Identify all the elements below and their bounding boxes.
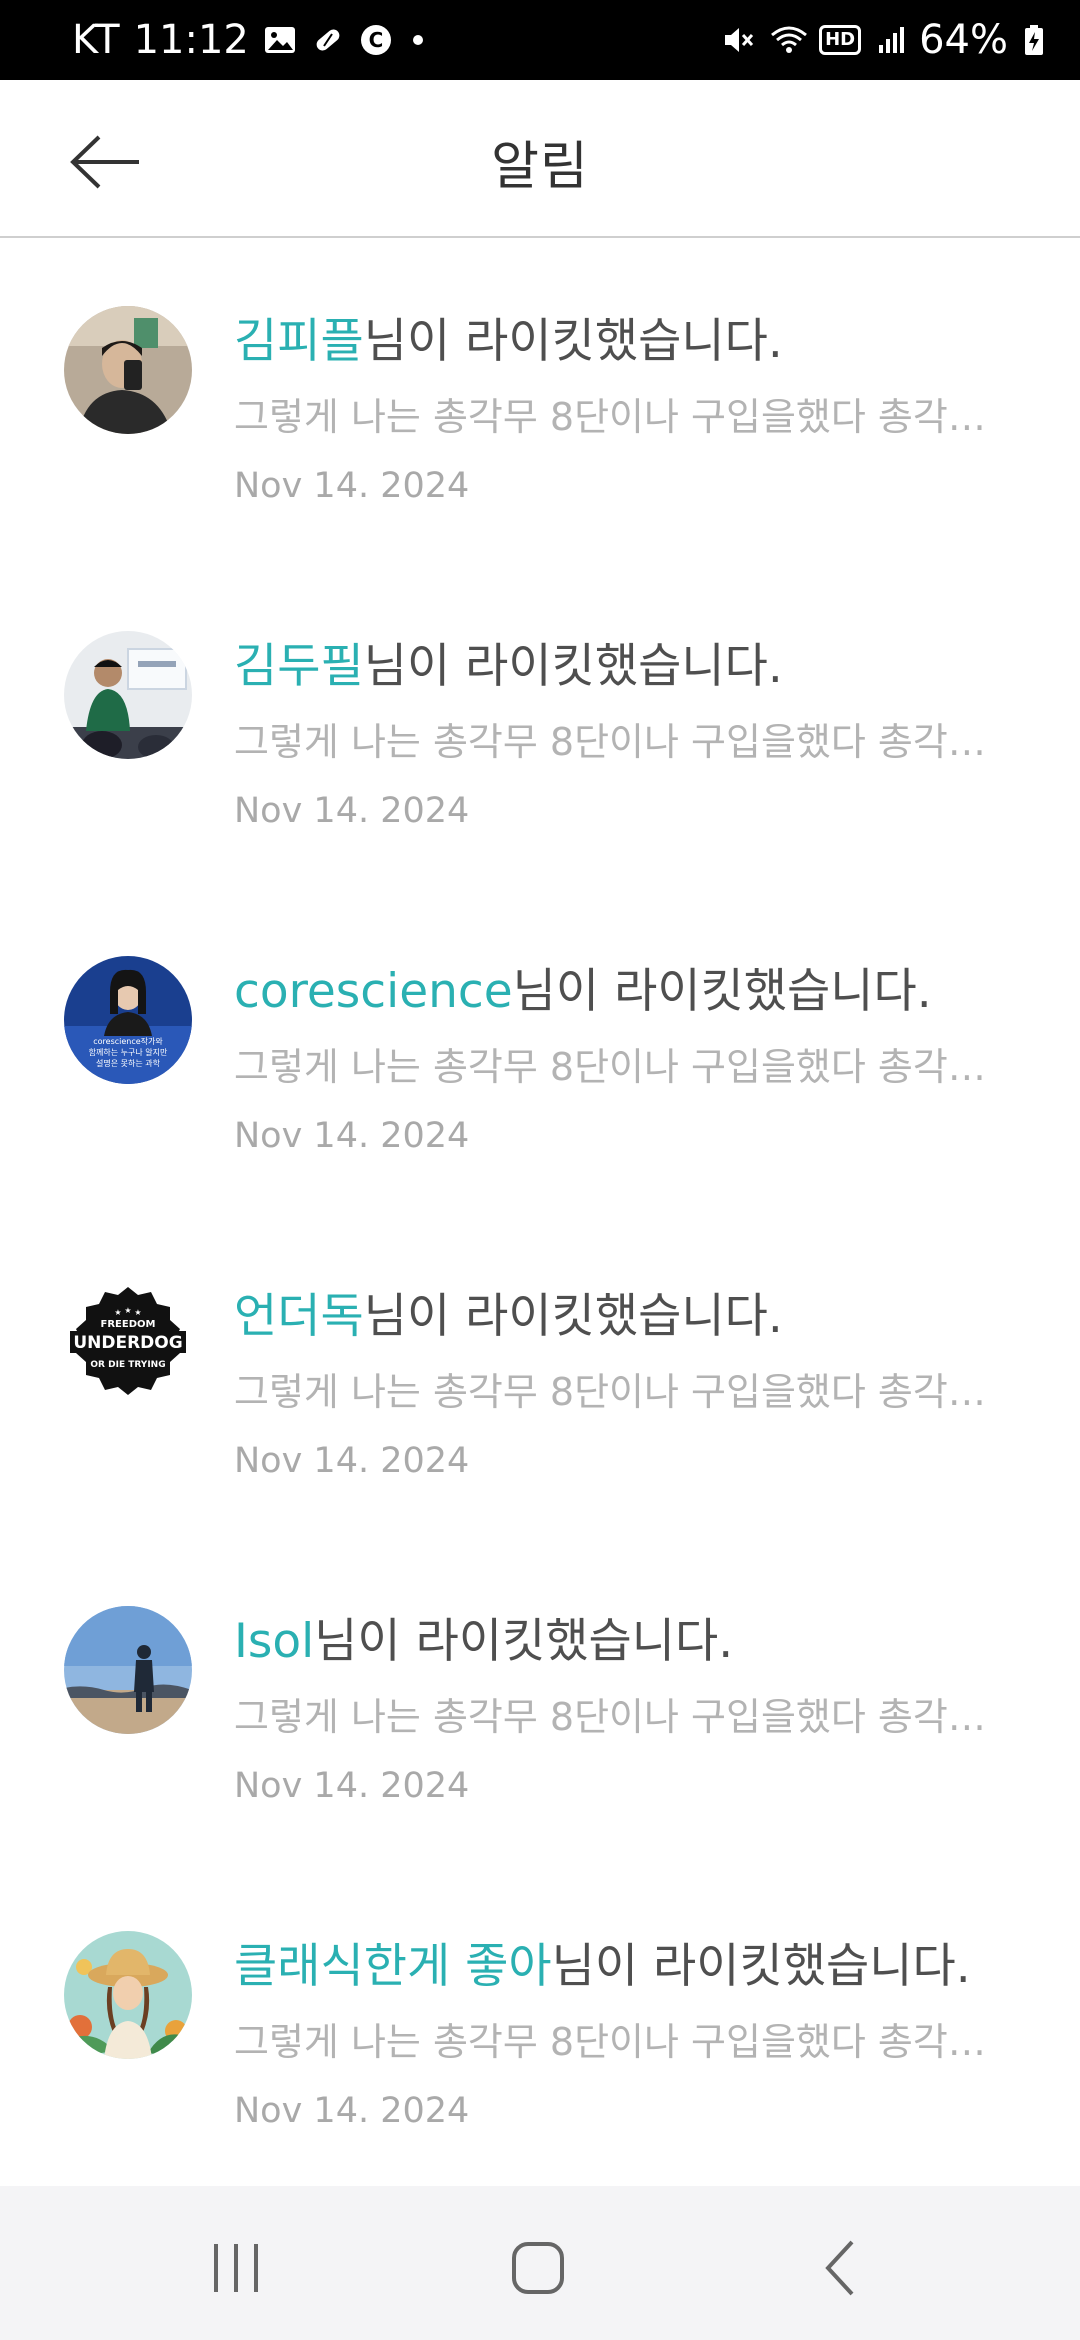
avatar[interactable]: [64, 306, 192, 434]
avatar-caption-line: 설명은 못하는 과학: [96, 1058, 161, 1068]
page-title: 알림: [491, 137, 589, 197]
wifi-icon: [769, 23, 809, 57]
hd-voice-icon: HD: [819, 25, 862, 55]
user-name[interactable]: corescience: [234, 964, 513, 1019]
mute-icon: [721, 23, 755, 57]
notification-title: Isol님이 라이킷했습니다.: [234, 1602, 733, 1671]
notification-date: Nov 14. 2024: [234, 1441, 470, 1481]
status-bar: KT 11:12 C HD 64%: [0, 0, 1080, 80]
notification-dot-icon: [412, 35, 423, 45]
notification-date: Nov 14. 2024: [234, 1116, 470, 1156]
notification-date: Nov 14. 2024: [234, 2091, 470, 2131]
recents-button[interactable]: [176, 2228, 296, 2308]
badge-text-top: FREEDOM: [101, 1319, 156, 1330]
battery-percent: 64%: [919, 17, 1008, 63]
avatar[interactable]: ★ ★ ★ FREEDOM UNDERDOG OR DIE TRYING: [64, 1281, 192, 1409]
notification-item[interactable]: corescience작가와 함께하는 누구나 알지만 설명은 못하는 과학 c…: [0, 888, 1080, 1213]
svg-text:★: ★: [114, 1308, 121, 1317]
notification-item[interactable]: 김두필님이 라이킷했습니다. 그렇게 나는 총각무 8단이나 구입을했다 총각무…: [0, 563, 1080, 888]
notification-preview: 그렇게 나는 총각무 8단이나 구입을했다 총각무김치 담그기: [234, 2020, 1014, 2064]
status-bar-left: KT 11:12 C: [72, 17, 423, 63]
signal-icon: [875, 25, 909, 55]
avatar[interactable]: [64, 1606, 192, 1734]
badge-text-main: UNDERDOG: [73, 1333, 182, 1353]
notification-date: Nov 14. 2024: [234, 791, 470, 831]
notification-action: 님이 라이킷했습니다.: [363, 639, 783, 694]
notification-preview: 그렇게 나는 총각무 8단이나 구입을했다 총각무김치 담그기: [234, 1370, 1014, 1414]
clock: 11:12: [133, 17, 249, 63]
svg-text:C: C: [369, 28, 384, 52]
notification-preview: 그렇게 나는 총각무 8단이나 구입을했다 총각무김치 담그기: [234, 1045, 1014, 1089]
app-header: 알림: [0, 80, 1080, 238]
battery-charging-icon: [1022, 23, 1046, 57]
notification-item[interactable]: 김피플님이 라이킷했습니다. 그렇게 나는 총각무 8단이나 구입을했다 총각무…: [0, 238, 1080, 563]
user-name[interactable]: 언더독: [234, 1289, 364, 1344]
badge-text-bottom: OR DIE TRYING: [90, 1360, 165, 1370]
svg-text:★: ★: [124, 1306, 131, 1315]
user-name[interactable]: 김피플: [234, 314, 364, 369]
recents-icon: [214, 2244, 258, 2292]
notification-list: 김피플님이 라이킷했습니다. 그렇게 나는 총각무 8단이나 구입을했다 총각무…: [0, 238, 1080, 2188]
carrier-label: KT: [72, 17, 120, 63]
notification-action: 님이 라이킷했습니다.: [314, 1614, 734, 1669]
user-name[interactable]: Isol: [234, 1614, 314, 1669]
status-bar-right: HD 64%: [707, 17, 1046, 63]
avatar[interactable]: corescience작가와 함께하는 누구나 알지만 설명은 못하는 과학: [64, 956, 192, 1084]
avatar[interactable]: [64, 631, 192, 759]
chevron-left-icon: [825, 2240, 854, 2296]
home-button[interactable]: [478, 2228, 598, 2308]
system-nav-bar: [0, 2186, 1080, 2340]
notification-preview: 그렇게 나는 총각무 8단이나 구입을했다 총각무김치 담그기: [234, 395, 1014, 439]
notification-date: Nov 14. 2024: [234, 1766, 470, 1806]
notification-title: 언더독님이 라이킷했습니다.: [234, 1277, 783, 1346]
c-badge-icon: C: [359, 23, 393, 57]
avatar[interactable]: [64, 1931, 192, 2059]
gallery-icon: [263, 25, 297, 55]
notification-preview: 그렇게 나는 총각무 8단이나 구입을했다 총각무김치 담그기: [234, 1695, 1014, 1739]
avatar-caption-line: 함께하는 누구나 알지만: [89, 1047, 168, 1057]
notification-title: 클래식한게 좋아님이 라이킷했습니다.: [234, 1927, 971, 1996]
notification-item[interactable]: 클래식한게 좋아님이 라이킷했습니다. 그렇게 나는 총각무 8단이나 구입을했…: [0, 1863, 1080, 2188]
pill-icon: [311, 23, 345, 57]
notification-item[interactable]: Isol님이 라이킷했습니다. 그렇게 나는 총각무 8단이나 구입을했다 총각…: [0, 1538, 1080, 1863]
notification-item[interactable]: ★ ★ ★ FREEDOM UNDERDOG OR DIE TRYING 언더독…: [0, 1213, 1080, 1538]
avatar-caption-line: corescience작가와: [93, 1036, 163, 1046]
svg-text:★: ★: [134, 1308, 141, 1317]
notification-action: 님이 라이킷했습니다.: [512, 964, 932, 1019]
notification-date: Nov 14. 2024: [234, 466, 470, 506]
user-name[interactable]: 김두필: [234, 639, 364, 694]
system-back-button[interactable]: [782, 2228, 902, 2308]
user-name[interactable]: 클래식한게 좋아: [234, 1939, 552, 1994]
notification-title: corescience님이 라이킷했습니다.: [234, 952, 932, 1021]
notification-preview: 그렇게 나는 총각무 8단이나 구입을했다 총각무김치 담그기: [234, 720, 1014, 764]
notification-action: 님이 라이킷했습니다.: [363, 314, 783, 369]
notification-action: 님이 라이킷했습니다.: [551, 1939, 971, 1994]
notification-action: 님이 라이킷했습니다.: [363, 1289, 783, 1344]
notification-title: 김피플님이 라이킷했습니다.: [234, 302, 783, 371]
home-icon: [512, 2242, 564, 2294]
notification-title: 김두필님이 라이킷했습니다.: [234, 627, 783, 696]
